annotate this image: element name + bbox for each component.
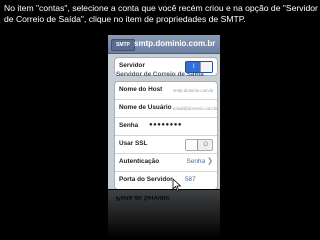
ssl-row: Usar SSL O <box>115 135 217 153</box>
password-input[interactable]: ●●●●●●●● <box>149 120 182 130</box>
screen-reflection: Porta do Servidor <box>108 190 220 238</box>
user-input[interactable]: email@dominio.com.br <box>173 104 218 113</box>
chevron-right-icon: ❯ <box>207 158 213 165</box>
smtp-settings-group: Nome do Host smtp.dominio.com.br Nome de… <box>114 81 218 189</box>
auth-row[interactable]: Autenticação Senha ❯ <box>115 153 217 171</box>
host-row[interactable]: Nome do Host smtp.dominio.com.br <box>115 82 217 99</box>
nav-title: smtp.dominio.com.br <box>134 39 216 48</box>
toggle-off-mark: O <box>203 142 208 148</box>
host-input[interactable]: smtp.dominio.com.br <box>173 86 214 95</box>
port-label: Porta do Servidor <box>119 176 173 183</box>
navigation-bar: SMTP smtp.dominio.com.br <box>108 35 220 54</box>
instruction-caption: No item "contas", selecione a conta que … <box>4 3 318 24</box>
section-title: Servidor de Correio de Saída <box>116 71 204 78</box>
server-label: Servidor <box>119 62 145 69</box>
back-button[interactable]: SMTP <box>111 39 135 51</box>
reflection-label: Porta do Servidor <box>116 194 170 201</box>
password-label: Senha <box>119 122 139 129</box>
ssl-toggle[interactable]: O <box>185 139 213 151</box>
mouse-pointer-icon <box>172 178 182 192</box>
ssl-label: Usar SSL <box>119 140 148 147</box>
password-row[interactable]: Senha ●●●●●●●● <box>115 117 217 135</box>
host-label: Nome do Host <box>119 86 163 93</box>
user-row[interactable]: Nome de Usuário email@dominio.com.br <box>115 99 218 117</box>
user-label: Nome de Usuário <box>119 104 172 111</box>
port-input[interactable]: 587 <box>185 175 196 185</box>
auth-label: Autenticação <box>119 158 160 165</box>
auth-value: Senha <box>186 158 205 165</box>
reflection-content: Porta do Servidor <box>108 190 220 238</box>
iphone-screen: SMTP smtp.dominio.com.br Servidor I Serv… <box>108 35 220 189</box>
port-row[interactable]: Porta do Servidor 587 <box>115 171 217 189</box>
toggle-knob <box>186 140 198 150</box>
